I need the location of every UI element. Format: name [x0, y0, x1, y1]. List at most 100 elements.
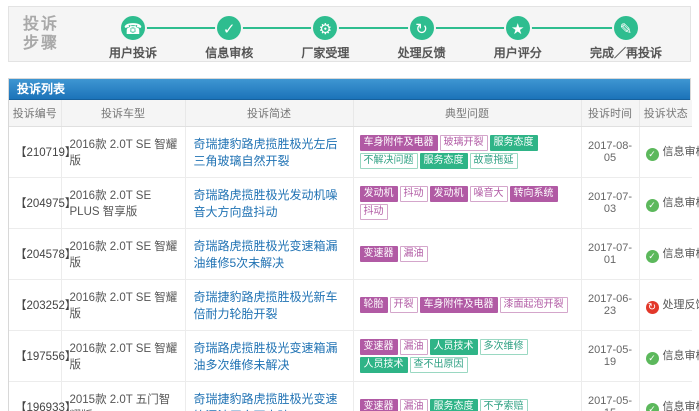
complaint-model: 2016款 2.0T SE 智耀版 [61, 279, 186, 331]
complaint-id: 【204975】 [9, 177, 76, 229]
complaint-brief-link[interactable]: 奇瑞捷豹路虎揽胜极光左后三角玻璃自然开裂 [194, 137, 338, 168]
page: 投诉 步骤 ☎ 用户投诉 ✓ 信息审核 ⚙ 厂家受理 ↻ 处理反馈 ★ 用户评分 ✎ 完成／再投诉 投… [0, 0, 699, 411]
list-title-bar: 投诉列表 [9, 79, 690, 100]
complaint-brief-link[interactable]: 奇瑞路虎揽胜极光变速箱漏油维修5次未解决 [194, 239, 338, 270]
status-text: 信息审核 [662, 400, 699, 411]
complaint-model: 2016款 2.0T SE 智耀版 [61, 228, 186, 280]
complaint-status-cell: ✓信息审核 [639, 381, 699, 411]
complaint-id: 【196933】 [9, 381, 76, 411]
status-text: 信息审核 [662, 145, 699, 158]
column-header: 投诉编号 [9, 100, 62, 127]
problem-tag[interactable]: 故意拖延 [469, 152, 518, 169]
steps-panel-title: 投诉 步骤 [9, 7, 81, 61]
refresh-icon: ↻ [407, 14, 436, 42]
typical-problems-cell: 变速器 漏油 人员技术 多次维修人员技术 查不出原因 [353, 330, 582, 382]
problem-tag[interactable]: 变速器 [359, 338, 398, 355]
steps-track: ☎ 用户投诉 ✓ 信息审核 ⚙ 厂家受理 ↻ 处理反馈 ★ 用户评分 ✎ 完成／再投诉 [81, 7, 690, 61]
refresh-circle-icon: ↻ [645, 300, 659, 314]
problem-tag[interactable]: 人员技术 [359, 356, 408, 373]
column-header: 投诉简述 [185, 100, 354, 127]
problem-tag[interactable]: 抖动 [399, 185, 428, 202]
complaint-date: 2017-05-19 [581, 330, 640, 382]
step-info-audit: ✓ 信息审核 [205, 7, 253, 61]
complaint-brief-link[interactable]: 奇瑞路虎揽胜极光变速箱漏油多次维修未解决 [194, 341, 338, 372]
problem-tag[interactable]: 变速器 [359, 245, 398, 262]
column-header: 投诉状态 [639, 100, 692, 127]
gear-icon: ⚙ [311, 14, 340, 42]
step-label-user-complaint: 用户投诉 [109, 46, 158, 60]
complaint-brief-link[interactable]: 奇瑞捷豹路虎揽胜极光新车倍耐力轮胎开裂 [194, 290, 338, 321]
typical-problems-cell: 车身附件及电器 玻璃开裂 服务态度不解决问题 服务态度 故意拖延 [353, 126, 582, 178]
column-header: 投诉车型 [61, 100, 186, 127]
complaint-model: 2016款 2.0T SE PLUS 智享版 [61, 177, 186, 229]
table-row: 【203252】 2016款 2.0T SE 智耀版 奇瑞捷豹路虎揽胜极光新车倍耐力… [9, 279, 699, 331]
step-label-finish-recomplain: 完成／再投诉 [589, 46, 662, 60]
complaint-status-cell: ↻处理反馈 [639, 279, 699, 331]
step-label-handle-feedback: 处理反馈 [397, 46, 446, 60]
table-row: 【196933】2015款 2.0T 五门智耀版奇瑞捷豹路虎揽胜极光变速箱漏油厂… [9, 381, 699, 411]
step-factory-accept: ⚙ 厂家受理 [301, 7, 349, 61]
problem-tag[interactable]: 变速器 [359, 398, 398, 411]
typical-problems-cell: 发动机 抖动 发动机 噪音大 转向系统抖动 [353, 177, 582, 229]
phone-icon: ☎ [119, 14, 147, 42]
status-text: 信息审核 [662, 196, 699, 209]
steps-title-line1: 投诉 [23, 16, 60, 33]
check-circle-icon: ✓ [645, 351, 659, 365]
complaint-status-cell: ✓信息审核 [639, 228, 699, 280]
complaint-brief-link[interactable]: 奇瑞捷豹路虎揽胜极光变速箱漏油厂家不索赔 [194, 392, 338, 411]
complaint-id: 【210719】 [9, 126, 76, 178]
complaint-id: 【203252】 [9, 279, 76, 331]
problem-tag[interactable]: 漏油 [399, 338, 428, 355]
problem-tag[interactable]: 噪音大 [469, 185, 508, 202]
check-circle-icon: ✓ [645, 402, 659, 411]
problem-tag[interactable]: 车身附件及电器 [359, 134, 438, 151]
problem-tag[interactable]: 转向系统 [509, 185, 558, 202]
star-icon: ★ [503, 14, 532, 42]
problem-tag[interactable]: 多次维修 [479, 338, 528, 355]
problem-tag[interactable]: 发动机 [429, 185, 468, 202]
complaint-brief-link[interactable]: 奇瑞路虎揽胜极光发动机噪音大方向盘抖动 [194, 188, 338, 219]
complaint-date: 2017-05-15 [581, 381, 640, 411]
status-text: 信息审核 [662, 349, 699, 362]
problem-tag[interactable]: 服务态度 [429, 398, 478, 411]
status-text: 处理反馈 [662, 298, 699, 311]
problem-tag[interactable]: 抖动 [359, 203, 388, 220]
complaint-date: 2017-06-23 [581, 279, 640, 331]
complaint-model: 2016款 2.0T SE 智耀版 [61, 126, 186, 178]
complaint-id: 【204578】 [9, 228, 76, 280]
problem-tag[interactable]: 不予索赔 [479, 398, 528, 411]
problem-tag[interactable]: 服务态度 [489, 134, 538, 151]
complaint-brief-cell: 奇瑞路虎揽胜极光发动机噪音大方向盘抖动 [185, 177, 354, 229]
problem-tag[interactable]: 人员技术 [429, 338, 478, 355]
step-label-info-audit: 信息审核 [205, 46, 254, 60]
complaint-brief-cell: 奇瑞路虎揽胜极光变速箱漏油多次维修未解决 [185, 330, 354, 382]
problem-tag[interactable]: 漏油 [399, 398, 428, 411]
check-circle-icon: ✓ [645, 249, 659, 263]
complaint-model: 2015款 2.0T 五门智耀版 [61, 381, 186, 411]
problem-tag[interactable]: 玻璃开裂 [439, 134, 488, 151]
step-label-user-rating: 用户评分 [493, 46, 542, 60]
problem-tag[interactable]: 查不出原因 [409, 356, 468, 373]
problem-tag[interactable]: 漏油 [399, 245, 428, 262]
check-icon: ✓ [215, 14, 244, 42]
complaint-brief-cell: 奇瑞路虎揽胜极光变速箱漏油维修5次未解决 [185, 228, 354, 280]
step-user-rating: ★ 用户评分 [494, 7, 542, 61]
check-circle-icon: ✓ [645, 198, 659, 212]
table-row: 【210719】 2016款 2.0T SE 智耀版 奇瑞捷豹路虎揽胜极光左后三角玻… [9, 126, 699, 178]
complaint-status-cell: ✓信息审核 [639, 126, 699, 178]
complaint-brief-cell: 奇瑞捷豹路虎揽胜极光左后三角玻璃自然开裂 [185, 126, 354, 178]
complaint-status-cell: ✓信息审核 [639, 330, 699, 382]
problem-tag[interactable]: 轮胎 [359, 296, 388, 313]
table-header-row: 投诉编号 投诉车型 投诉简述 典型问题 投诉时间 投诉状态 [9, 100, 692, 127]
check-circle-icon: ✓ [645, 147, 659, 161]
problem-tag[interactable]: 不解决问题 [359, 152, 418, 169]
status-text: 信息审核 [662, 247, 699, 260]
problem-tag[interactable]: 服务态度 [419, 152, 468, 169]
problem-tag[interactable]: 开裂 [389, 296, 418, 313]
complaint-steps-panel: 投诉 步骤 ☎ 用户投诉 ✓ 信息审核 ⚙ 厂家受理 ↻ 处理反馈 ★ 用户评分 ✎ 完成／再投诉 [8, 6, 691, 62]
complaint-date: 2017-07-03 [581, 177, 640, 229]
problem-tag[interactable]: 发动机 [359, 185, 398, 202]
problem-tag[interactable]: 车身附件及电器 [419, 296, 498, 313]
list-title: 投诉列表 [17, 82, 66, 96]
problem-tag[interactable]: 漆面起泡开裂 [499, 296, 568, 313]
